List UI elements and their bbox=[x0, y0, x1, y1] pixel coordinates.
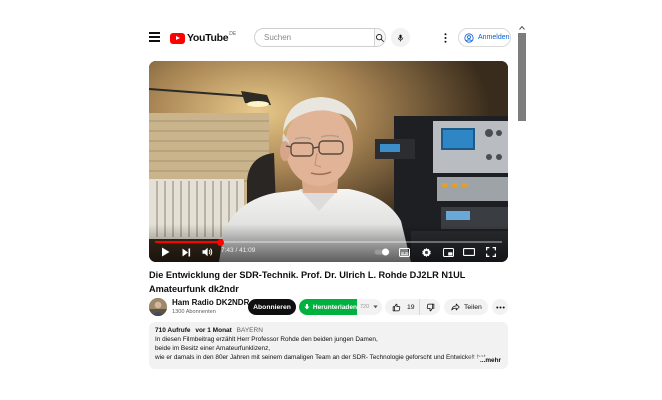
settings-menu-button[interactable] bbox=[439, 30, 451, 45]
time-total: 41:09 bbox=[239, 247, 256, 254]
settings-button[interactable] bbox=[419, 245, 433, 259]
channel-name[interactable]: Ham Radio DK2NDR bbox=[172, 298, 249, 307]
microphone-icon bbox=[397, 34, 404, 41]
fullscreen-icon bbox=[486, 247, 496, 257]
autoplay-toggle-icon bbox=[374, 248, 390, 256]
video-meta: 710 Aufrufe vor 1 Monat BAYERN bbox=[155, 326, 502, 335]
download-button[interactable]: Herunterladen 720 bbox=[299, 299, 382, 315]
youtube-logo[interactable]: YouTube DE bbox=[170, 30, 236, 46]
progress-scrubber[interactable] bbox=[216, 238, 224, 246]
search-box bbox=[254, 28, 386, 47]
thumbs-down-icon bbox=[426, 303, 434, 311]
view-count: 710 Aufrufe bbox=[155, 327, 191, 334]
progress-bar[interactable] bbox=[155, 238, 502, 246]
download-label: Herunterladen bbox=[312, 303, 357, 311]
share-icon bbox=[451, 303, 460, 311]
menu-icon[interactable] bbox=[149, 32, 160, 42]
like-dislike-group: 19 bbox=[385, 299, 440, 315]
more-vertical-icon bbox=[444, 32, 446, 43]
search-input[interactable] bbox=[254, 28, 374, 47]
description-box[interactable]: 710 Aufrufe vor 1 Monat BAYERN In diesen… bbox=[149, 322, 508, 369]
subscriber-count: 1300 Abonnenten bbox=[172, 309, 216, 315]
chevron-down-icon bbox=[373, 305, 378, 309]
download-main[interactable]: Herunterladen bbox=[299, 299, 357, 315]
download-quality-select[interactable]: 720 bbox=[357, 299, 382, 315]
next-button[interactable] bbox=[179, 245, 193, 259]
like-count: 19 bbox=[407, 303, 415, 311]
search-button[interactable] bbox=[374, 28, 386, 47]
subscribe-button[interactable]: Abonnieren bbox=[248, 299, 296, 315]
channel-avatar[interactable] bbox=[149, 298, 167, 316]
logo-country: DE bbox=[229, 30, 237, 37]
volume-icon bbox=[202, 247, 212, 257]
signin-label: Anmelden bbox=[478, 34, 510, 41]
avatar-image bbox=[149, 298, 167, 316]
masthead: YouTube DE Anmelden bbox=[0, 24, 662, 52]
more-actions-button[interactable] bbox=[492, 299, 508, 315]
subtitles-icon bbox=[398, 247, 410, 257]
show-more-link[interactable]: ...mehr bbox=[478, 357, 501, 364]
next-icon bbox=[182, 248, 190, 256]
description-line: wie er damals in den 80er Jahren mit sei… bbox=[155, 354, 486, 361]
search-icon bbox=[376, 33, 385, 42]
theater-mode-button[interactable] bbox=[462, 245, 476, 259]
volume-button[interactable] bbox=[200, 245, 214, 259]
account-circle-icon bbox=[464, 32, 474, 43]
autoplay-toggle[interactable] bbox=[373, 245, 391, 259]
miniplayer-button[interactable] bbox=[441, 245, 455, 259]
video-title: Die Entwicklung der SDR-Technik. Prof. D… bbox=[149, 270, 466, 294]
download-icon bbox=[304, 304, 310, 310]
play-icon bbox=[161, 247, 169, 257]
voice-search-button[interactable] bbox=[391, 28, 410, 47]
time-current: 7:43 bbox=[221, 247, 234, 254]
time-display: 7:43 / 41:09 bbox=[221, 247, 255, 254]
location-tag[interactable]: BAYERN bbox=[237, 327, 263, 334]
more-horizontal-icon bbox=[495, 306, 505, 308]
video-player[interactable]: 7:43 / 41:09 bbox=[149, 61, 508, 262]
description-line: beide im Besitz einer Amateurfunklizenz, bbox=[155, 345, 271, 352]
logo-text: YouTube bbox=[187, 32, 229, 44]
fullscreen-button[interactable] bbox=[484, 245, 498, 259]
youtube-logo-icon bbox=[170, 32, 185, 44]
description-line: In diesen Filmbeitrag erzählt Herr Profe… bbox=[155, 336, 378, 343]
like-button[interactable]: 19 bbox=[385, 299, 420, 315]
upload-age: vor 1 Monat bbox=[195, 327, 232, 334]
signin-button[interactable]: Anmelden bbox=[458, 28, 511, 47]
miniplayer-icon bbox=[442, 247, 454, 257]
theater-icon bbox=[463, 248, 475, 256]
progress-played bbox=[155, 241, 221, 243]
share-label: Teilen bbox=[464, 303, 482, 311]
download-quality: 720 bbox=[360, 304, 370, 310]
subtitles-button[interactable] bbox=[397, 245, 411, 259]
thumbs-up-icon bbox=[392, 303, 401, 311]
dislike-button[interactable] bbox=[420, 299, 440, 315]
scroll-up-arrow-icon[interactable] bbox=[519, 25, 525, 31]
settings-icon bbox=[421, 247, 431, 257]
share-button[interactable]: Teilen bbox=[444, 299, 488, 315]
play-button[interactable] bbox=[158, 245, 172, 259]
scrollbar-thumb[interactable] bbox=[518, 33, 526, 121]
